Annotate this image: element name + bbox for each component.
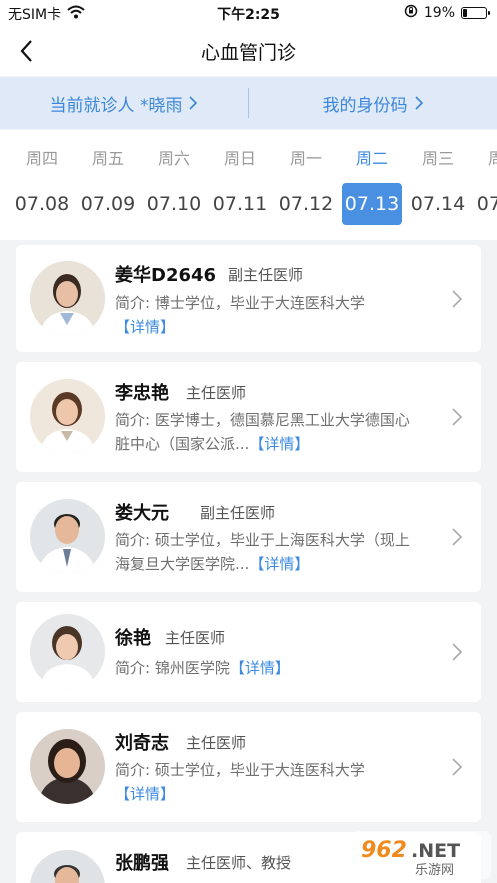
date-label: 07.15 (476, 193, 497, 215)
date-label: 07.14 (410, 193, 466, 215)
chevron-right-icon (452, 408, 463, 426)
weekday-label: 周四 (25, 149, 58, 168)
current-patient-button[interactable]: 当前就诊人 *晓雨 (0, 77, 248, 129)
doctor-card[interactable]: 刘奇志 主任医师 简介: 硕士学位，毕业于大连医科大学 【详情】 (16, 712, 481, 822)
chevron-right-icon (452, 528, 463, 546)
back-button[interactable] (12, 36, 42, 66)
detail-link[interactable]: 【详情】 (230, 659, 290, 677)
date-label: 07.10 (146, 193, 202, 215)
doctor-intro: 简介: 硕士学位，毕业于上海医科大学（现上 海复旦大学医学院...【详情】 (115, 528, 447, 576)
doctor-name: 张鹏强 (115, 853, 169, 874)
intro-text: 海复旦大学医学院... (115, 555, 250, 573)
day-tab[interactable]: 周四 07.15 (473, 130, 497, 240)
current-patient-label: 当前就诊人 *晓雨 (49, 95, 183, 116)
doctor-intro: 简介: 硕士学位，毕业于大连医科大学 【详情】 (115, 758, 447, 806)
orientation-lock-icon (404, 4, 418, 22)
my-id-code-button[interactable]: 我的身份码 (249, 77, 497, 129)
doctor-card[interactable]: 李忠艳 主任医师 简介: 医学博士，德国慕尼黑工业大学德国心 脏中心（国家公派.… (16, 362, 481, 472)
doctor-name: 刘奇志 (115, 733, 169, 754)
doctor-card[interactable]: 徐艳 主任医师 简介: 锦州医学院【详情】 (16, 602, 481, 702)
weekday-label: 周一 (289, 149, 322, 168)
date-label: 07.11 (212, 193, 268, 215)
doctor-avatar (30, 614, 105, 689)
weekday-label: 周六 (157, 149, 190, 168)
doctor-title: 主任医师 (165, 629, 226, 647)
battery-icon (461, 7, 490, 19)
date-label: 07.12 (278, 193, 334, 215)
day-tab[interactable]: 周三 07.14 (407, 130, 469, 240)
chevron-right-icon (414, 96, 423, 110)
doctor-title: 主任医师、教授 (186, 854, 292, 872)
day-tab-selected[interactable]: 周二 07.13 (341, 130, 403, 240)
info-bar: 当前就诊人 *晓雨 我的身份码 (0, 77, 497, 129)
doctor-name: 娄大元 (115, 503, 169, 524)
doctor-title: 副主任医师 (200, 504, 276, 522)
doctor-title: 副主任医师 (228, 266, 304, 284)
doctor-list: 姜华D2646 副主任医师 简介: 博士学位，毕业于大连医科大学 【详情】 李忠… (0, 240, 497, 883)
weekday-label: 周三 (421, 149, 454, 168)
intro-text: 简介: 医学博士，德国慕尼黑工业大学德国心 (115, 411, 410, 429)
my-id-code-label: 我的身份码 (322, 95, 408, 116)
intro-text: 简介: 锦州医学院 (115, 659, 230, 677)
detail-link[interactable]: 【详情】 (115, 318, 175, 336)
doctor-card[interactable]: 姜华D2646 副主任医师 简介: 博士学位，毕业于大连医科大学 【详情】 (16, 245, 481, 352)
date-label: 07.09 (80, 193, 136, 215)
doctor-name: 李忠艳 (115, 383, 169, 404)
chevron-left-icon (20, 40, 32, 62)
svg-text:962: 962 (361, 838, 407, 863)
chevron-right-icon (452, 643, 463, 661)
svg-text:乐游网: 乐游网 (415, 863, 454, 878)
watermark-logo: 962 .NET 乐游网 (353, 831, 491, 879)
doctor-intro: 简介: 锦州医学院【详情】 (115, 656, 447, 680)
chevron-right-icon (452, 290, 463, 308)
doctor-intro: 简介: 博士学位，毕业于大连医科大学 【详情】 (115, 291, 447, 339)
detail-link[interactable]: 【详情】 (115, 785, 175, 803)
weekday-label: 周四 (487, 149, 497, 168)
weekday-label: 周二 (355, 149, 388, 168)
status-bar: 无SIM卡 下午2:25 19% (0, 0, 497, 26)
date-label: 07.08 (14, 193, 70, 215)
page-title: 心血管门诊 (200, 42, 296, 64)
doctor-avatar (30, 729, 105, 804)
nav-bar: 心血管门诊 (0, 26, 497, 76)
detail-link[interactable]: 【详情】 (249, 555, 309, 573)
chevron-right-icon (452, 758, 463, 776)
doctor-avatar (30, 850, 105, 883)
svg-text:.NET: .NET (411, 840, 460, 862)
doctor-title: 主任医师 (186, 384, 247, 402)
date-selector: 周四 07.08 周五 07.09 周六 07.10 周日 07.11 周一 0… (0, 130, 497, 240)
intro-text: 简介: 硕士学位，毕业于上海医科大学（现上 (115, 531, 410, 549)
weekday-label: 周五 (91, 149, 124, 168)
day-tab[interactable]: 周六 07.10 (143, 130, 205, 240)
battery-percent: 19% (423, 5, 455, 21)
day-tab[interactable]: 周五 07.09 (77, 130, 139, 240)
doctor-name: 徐艳 (115, 628, 151, 649)
day-tab[interactable]: 周四 07.08 (11, 130, 73, 240)
doctor-card[interactable]: 娄大元 副主任医师 简介: 硕士学位，毕业于上海医科大学（现上 海复旦大学医学院… (16, 482, 481, 592)
doctor-avatar (30, 499, 105, 574)
intro-text: 简介: 博士学位，毕业于大连医科大学 (115, 294, 365, 312)
weekday-label: 周日 (223, 149, 256, 168)
detail-link[interactable]: 【详情】 (249, 435, 309, 453)
doctor-intro: 简介: 医学博士，德国慕尼黑工业大学德国心 脏中心（国家公派...【详情】 (115, 408, 447, 456)
date-label: 07.13 (342, 183, 402, 225)
doctor-title: 主任医师 (186, 734, 247, 752)
day-tab[interactable]: 周一 07.12 (275, 130, 337, 240)
day-tab[interactable]: 周日 07.11 (209, 130, 271, 240)
doctor-avatar (30, 379, 105, 454)
intro-text: 脏中心（国家公派... (115, 435, 250, 453)
chevron-right-icon (189, 96, 198, 110)
doctor-avatar (30, 261, 105, 336)
intro-text: 简介: 硕士学位，毕业于大连医科大学 (115, 761, 365, 779)
doctor-name: 姜华D2646 (115, 265, 217, 286)
